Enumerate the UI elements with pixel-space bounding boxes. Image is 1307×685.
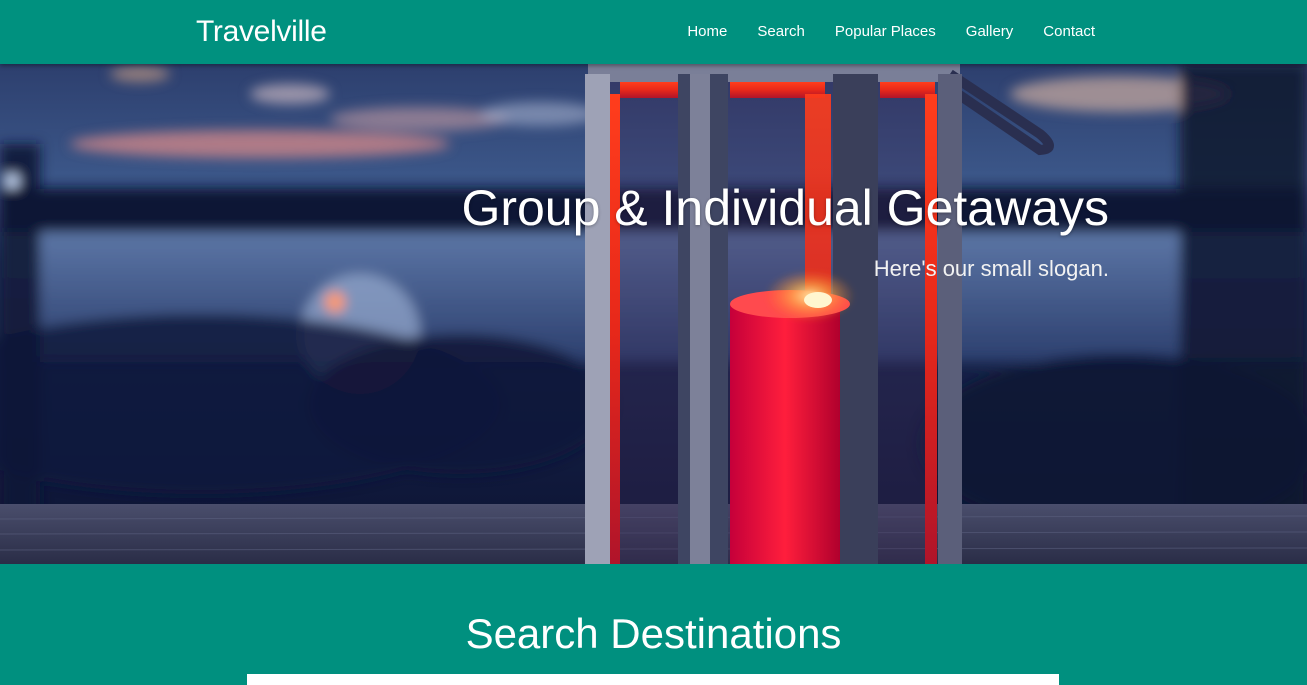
nav-link-search[interactable]: Search — [757, 22, 805, 42]
nav-menu: Home Search Popular Places Gallery Conta… — [657, 22, 1095, 42]
search-title: Search Destinations — [465, 610, 842, 657]
hero-title: Group & Individual Getaways — [461, 180, 1109, 236]
nav-link-gallery[interactable]: Gallery — [966, 22, 1014, 42]
hero-slogan: Here's our small slogan. — [873, 256, 1109, 281]
nav-link-contact[interactable]: Contact — [1043, 22, 1095, 42]
brand-logo[interactable]: Travelville — [196, 14, 327, 50]
hero-banner: Group & Individual Getaways Here's our s… — [0, 64, 1307, 564]
hero-background-image — [0, 64, 1307, 564]
nav-link-home[interactable]: Home — [687, 22, 727, 42]
search-input[interactable] — [247, 674, 1059, 685]
top-navbar: Travelville Home Search Popular Places G… — [0, 0, 1307, 64]
search-destinations-section: Search Destinations — [0, 564, 1307, 685]
nav-link-popular-places[interactable]: Popular Places — [835, 22, 936, 42]
